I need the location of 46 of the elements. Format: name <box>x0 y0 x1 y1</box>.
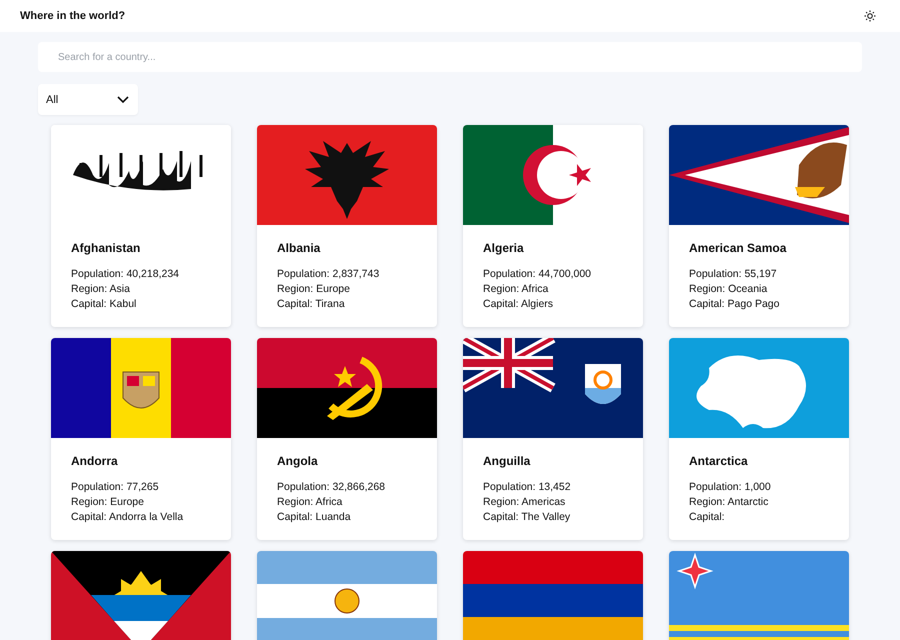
region-dropdown[interactable]: All <box>38 84 138 115</box>
search-field[interactable]: Search for a country... <box>38 42 862 72</box>
country-name: Andorra <box>71 454 119 468</box>
population-text: Population: 32,866,268 <box>277 480 386 495</box>
theme-toggle-button[interactable] <box>862 8 878 24</box>
capital-text: Capital: <box>689 510 726 525</box>
population-text: Population: 13,452 <box>483 480 572 495</box>
country-name: Antarctica <box>689 454 749 468</box>
country-name: Albania <box>277 241 322 255</box>
caret-icon <box>117 96 129 104</box>
country-card[interactable]: Antarctica Population: 1,000 Region: Antarctic Capital: <box>669 338 849 540</box>
capital-text: Capital: The Valley <box>483 510 572 525</box>
region-text: Region: Africa <box>277 495 344 510</box>
region-text: Region: Americas <box>483 495 566 510</box>
country-card[interactable]: American Samoa Population: 55,197 Region: Oceania Capital: Pago Pago <box>669 125 849 327</box>
capital-text: Capital: Tirana <box>277 297 346 312</box>
region-text: Region: Europe <box>71 495 145 510</box>
population-text: Population: 55,197 <box>689 267 778 282</box>
country-name: American Samoa <box>689 241 788 255</box>
population-text: Population: 1,000 <box>689 480 772 495</box>
population-text: Population: 2,837,743 <box>277 267 380 282</box>
capital-text: Capital: Kabul <box>71 297 138 312</box>
country-card[interactable]: Andorra Population: 77,265 Region: Europe Capital: Andorra la Vella <box>51 338 231 540</box>
country-card[interactable]: Albania Population: 2,837,743 Region: Europe Capital: Tirana <box>257 125 437 327</box>
population-text: Population: 77,265 <box>71 480 160 495</box>
country-card[interactable]: Angola Population: 32,866,268 Region: Africa Capital: Luanda <box>257 338 437 540</box>
region-text: Region: Oceania <box>689 282 768 297</box>
country-name: Algeria <box>483 241 525 255</box>
capital-text: Capital: Pago Pago <box>689 297 780 312</box>
capital-text: Capital: Andorra la Vella <box>71 510 184 525</box>
country-name: Afghanistan <box>71 241 142 255</box>
region-text: Region: Asia <box>71 282 131 297</box>
population-text: Population: 40,218,234 <box>71 267 180 282</box>
country-card[interactable]: Afghanistan Population: 40,218,234 Region: Asia Capital: Kabul <box>51 125 231 327</box>
population-text: Population: 44,700,000 <box>483 267 592 282</box>
region-text: Region: Europe <box>277 282 351 297</box>
country-name: Anguilla <box>483 454 532 468</box>
app-title: Where in the world? <box>20 10 126 22</box>
region-text: Region: Antarctic <box>689 495 770 510</box>
country-name: Angola <box>277 454 319 468</box>
region-text: Region: Africa <box>483 282 550 297</box>
capital-text: Capital: Algiers <box>483 297 554 312</box>
sun-icon <box>864 10 876 22</box>
country-card[interactable]: Algeria Population: 44,700,000 Region: Africa Capital: Algiers <box>463 125 643 327</box>
capital-text: Capital: Luanda <box>277 510 352 525</box>
country-card[interactable]: Anguilla Population: 13,452 Region: Americas Capital: The Valley <box>463 338 643 540</box>
